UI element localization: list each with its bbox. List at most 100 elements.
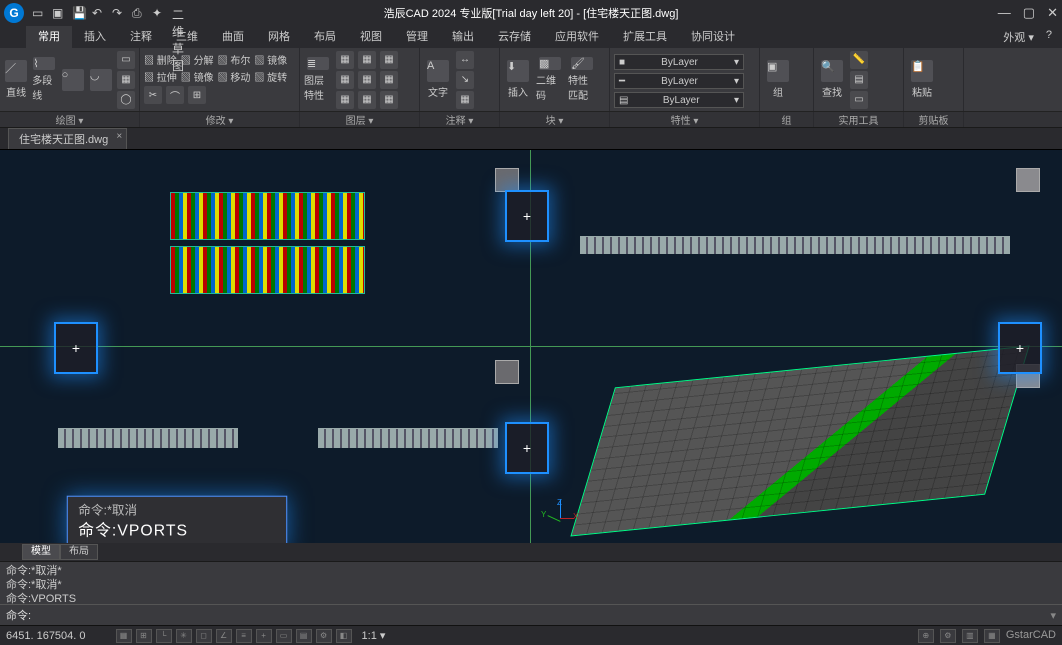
layer-btn-2[interactable]: ▦ — [336, 71, 354, 89]
tab-layout[interactable]: 布局 — [302, 26, 348, 48]
rectangle-button[interactable]: ▭ — [117, 51, 135, 69]
panel-label-draw[interactable]: 绘图 ▾ — [0, 112, 140, 127]
viewcube-br-left[interactable] — [495, 360, 519, 384]
select-button[interactable]: ▭ — [850, 91, 868, 109]
tab-surface[interactable]: 曲面 — [210, 26, 256, 48]
drawing-area[interactable]: Z X Y + + + + 命令:*取消 命令:VPORTS — [0, 150, 1062, 543]
toggle-otrack[interactable]: ∠ — [216, 629, 232, 643]
layer-btn-4[interactable]: ▦ — [358, 51, 376, 69]
viewcube-tr[interactable] — [495, 168, 519, 192]
qat-save-icon[interactable]: 💾 — [72, 6, 86, 20]
find-button[interactable]: 🔍查找 — [818, 60, 846, 100]
layer-btn-5[interactable]: ▦ — [358, 71, 376, 89]
layer-btn-8[interactable]: ▦ — [380, 71, 398, 89]
explode-button[interactable]: ▧ 分解 — [181, 52, 214, 67]
toggle-extra2[interactable]: ◧ — [336, 629, 352, 643]
array-button[interactable]: ⊞ — [188, 86, 206, 104]
command-input[interactable] — [35, 609, 1050, 621]
toggle-qp[interactable]: ▭ — [276, 629, 292, 643]
boolean-button[interactable]: ▧ 布尔 — [218, 52, 251, 67]
tab-output[interactable]: 输出 — [440, 26, 486, 48]
app-logo[interactable]: G — [4, 3, 24, 23]
arc-button[interactable]: ◡ — [89, 60, 113, 100]
qat-redo-icon[interactable]: ↷ — [112, 6, 126, 20]
calc-button[interactable]: ▤ — [850, 71, 868, 89]
viewcube-tl[interactable] — [1016, 168, 1040, 192]
layer-btn-6[interactable]: ▦ — [358, 91, 376, 109]
scale-readout[interactable]: 1:1 ▾ — [362, 629, 386, 642]
text-button[interactable]: A文字 — [424, 60, 452, 100]
polyline-button[interactable]: ⌇多段线 — [32, 60, 56, 100]
status-right-1[interactable]: ⊕ — [918, 629, 934, 643]
document-tab[interactable]: 住宅楼天正图.dwg × — [8, 128, 127, 149]
group-button[interactable]: ▣组 — [764, 60, 792, 100]
panel-label-modify[interactable]: 修改 ▾ — [140, 112, 300, 127]
measure-button[interactable]: 📏 — [850, 51, 868, 69]
toggle-polar[interactable]: ✳ — [176, 629, 192, 643]
maximize-button[interactable]: ▢ — [1023, 5, 1035, 21]
color-combo[interactable]: ■ByLayer▾ — [614, 54, 744, 70]
mirror2-button[interactable]: ▧ 镜像 — [181, 69, 214, 84]
dim-button[interactable]: ↔ — [456, 51, 474, 69]
appearance-menu[interactable]: 外观 ▾ — [1003, 29, 1034, 45]
panel-label-properties[interactable]: 特性 ▾ — [610, 112, 760, 127]
tab-annotate[interactable]: 注释 — [118, 26, 164, 48]
toggle-osnap[interactable]: ◻ — [196, 629, 212, 643]
tab-view[interactable]: 视图 — [348, 26, 394, 48]
qat-print-icon[interactable]: ⎙ — [132, 6, 146, 20]
layout-tab[interactable]: 布局 — [60, 544, 98, 560]
model-tab[interactable]: 模型 — [22, 544, 60, 560]
nav-handle-bottom[interactable]: + — [505, 422, 549, 474]
panel-label-block[interactable]: 块 ▾ — [500, 112, 610, 127]
qat-open-icon[interactable]: ▣ — [52, 6, 66, 20]
circle-button[interactable]: ○ — [61, 60, 85, 100]
toggle-dyn[interactable]: + — [256, 629, 272, 643]
ellipse-button[interactable]: ◯ — [117, 91, 135, 109]
qrcode-button[interactable]: ▩二维码 — [536, 60, 564, 100]
tab-manage[interactable]: 管理 — [394, 26, 440, 48]
tab-3d[interactable]: 三维 — [164, 26, 210, 48]
tab-cloud[interactable]: 云存储 — [486, 26, 543, 48]
status-right-2[interactable]: ⚙ — [940, 629, 956, 643]
line-button[interactable]: ／直线 — [4, 60, 28, 100]
tab-insert[interactable]: 插入 — [72, 26, 118, 48]
layer-properties-button[interactable]: ≣图层特性 — [304, 60, 332, 100]
tab-extensions[interactable]: 扩展工具 — [611, 26, 679, 48]
tab-common[interactable]: 常用 — [26, 26, 72, 48]
linetype-combo[interactable]: ▤ByLayer▾ — [614, 92, 744, 108]
fillet-button[interactable]: ⌒ — [166, 86, 184, 104]
layer-btn-9[interactable]: ▦ — [380, 91, 398, 109]
qat-settings-icon[interactable]: ✦ — [152, 6, 166, 20]
toggle-extra1[interactable]: ⚙ — [316, 629, 332, 643]
tab-mesh[interactable]: 网格 — [256, 26, 302, 48]
toggle-snap[interactable]: ⊞ — [136, 629, 152, 643]
command-menu-icon[interactable]: ▾ — [1050, 609, 1056, 622]
tab-apps[interactable]: 应用软件 — [543, 26, 611, 48]
paste-button[interactable]: 📋粘贴 — [908, 60, 936, 100]
mirror-button[interactable]: ▧ 镜像 — [254, 52, 287, 67]
toggle-lwt[interactable]: ≡ — [236, 629, 252, 643]
toggle-sc[interactable]: ▤ — [296, 629, 312, 643]
close-tab-icon[interactable]: × — [116, 131, 122, 142]
nav-handle-top[interactable]: + — [505, 190, 549, 242]
minimize-button[interactable]: — — [998, 5, 1011, 21]
close-button[interactable]: ✕ — [1047, 5, 1058, 21]
insert-block-button[interactable]: ⬇插入 — [504, 60, 532, 100]
table-button[interactable]: ▦ — [456, 91, 474, 109]
rotate-button[interactable]: ▧ 旋转 — [254, 69, 287, 84]
match-properties-button[interactable]: 🖌特性匹配 — [568, 60, 596, 100]
layer-btn-1[interactable]: ▦ — [336, 51, 354, 69]
lineweight-combo[interactable]: ━ByLayer▾ — [614, 73, 744, 89]
tab-collab[interactable]: 协同设计 — [679, 26, 747, 48]
qat-new-icon[interactable]: ▭ — [32, 6, 46, 20]
status-right-4[interactable]: ▦ — [984, 629, 1000, 643]
toggle-ortho[interactable]: └ — [156, 629, 172, 643]
hatch-button[interactable]: ▦ — [117, 71, 135, 89]
nav-handle-right[interactable]: + — [998, 322, 1042, 374]
nav-handle-left[interactable]: + — [54, 322, 98, 374]
toggle-grid[interactable]: ▦ — [116, 629, 132, 643]
qat-workspace-dropdown[interactable]: 二维草图 — [172, 6, 186, 20]
qat-undo-icon[interactable]: ↶ — [92, 6, 106, 20]
move-button[interactable]: ▧ 移动 — [218, 69, 251, 84]
layer-btn-3[interactable]: ▦ — [336, 91, 354, 109]
